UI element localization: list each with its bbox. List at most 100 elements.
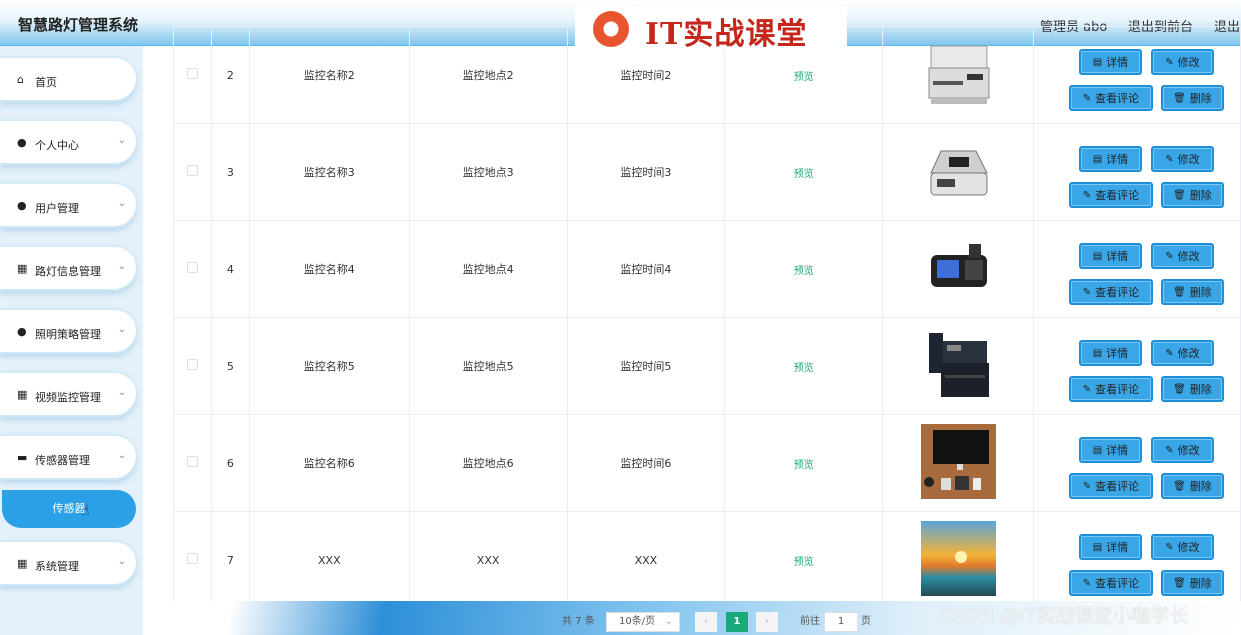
delete-button[interactable]: 🗑 删除	[1160, 570, 1224, 596]
sidebar-item-system-management[interactable]: ▦ 系统管理 ⌄	[0, 540, 136, 586]
sidebar-item-personal-center[interactable]: ● 个人中心 ⌄	[0, 119, 136, 165]
view-comments-button[interactable]: ✎ 查看评论	[1068, 85, 1153, 111]
view-comments-button[interactable]: ✎ 查看评论	[1068, 182, 1153, 208]
monitor-time-cell: 监控时间6	[566, 414, 726, 512]
sidebar-item-user-management[interactable]: ● 用户管理 ⌄	[0, 182, 136, 228]
grid-icon: ▦	[17, 557, 28, 570]
preview-link[interactable]: 预览	[794, 266, 814, 277]
row-checkbox[interactable]	[186, 359, 198, 370]
button-label: 详情	[1106, 153, 1129, 166]
preview-link[interactable]: 预览	[794, 557, 814, 568]
delete-button[interactable]: 🗑 删除	[1160, 85, 1224, 111]
monitor-name-cell: 监控名称3	[248, 123, 410, 221]
edit-button[interactable]: ✎ 修改	[1150, 243, 1214, 269]
sidebar-item-streetlight-info[interactable]: ▦ 路灯信息管理 ⌄	[0, 245, 136, 291]
monitor-name-cell: 监控名称5	[248, 317, 410, 415]
image-cell	[882, 317, 1034, 415]
actions-cell: ▤ 详情 ✎ 修改 ✎ 查看评论 🗑 删除	[1032, 511, 1241, 609]
document-icon: ▤	[1092, 444, 1103, 456]
detail-button[interactable]: ▤ 详情	[1078, 146, 1142, 172]
trash-icon: 🗑	[1173, 92, 1186, 104]
delete-button[interactable]: 🗑 删除	[1160, 279, 1224, 305]
row-index: 4	[210, 220, 250, 318]
detail-button[interactable]: ▤ 详情	[1078, 340, 1142, 366]
delete-button[interactable]: 🗑 删除	[1160, 376, 1224, 402]
button-label: 删除	[1189, 286, 1212, 299]
view-comments-button[interactable]: ✎ 查看评论	[1068, 376, 1153, 402]
sidebar-item-home[interactable]: ⌂ 首页	[0, 56, 136, 102]
table-row: 3 监控名称3 监控地点3 监控时间3 预览 ▤ 详情 ✎ 修改 ✎ 查看评论 🗑 删除	[173, 123, 1241, 221]
sidebar-item-label: 视频监控管理	[35, 391, 101, 404]
actions-cell: ▤ 详情 ✎ 修改 ✎ 查看评论 🗑 删除	[1032, 220, 1241, 318]
button-label: 详情	[1106, 444, 1129, 457]
edit-icon: ✎	[1082, 92, 1092, 104]
row-checkbox[interactable]	[186, 553, 198, 564]
sidebar-item-video-monitoring[interactable]: ▦ 视频监控管理 ⌄	[0, 371, 136, 417]
logo-text: IT实战课堂	[645, 17, 808, 52]
page-1-button[interactable]: 1	[726, 612, 748, 632]
button-label: 删除	[1189, 92, 1212, 105]
page-size-select[interactable]: 10条/页 ⌄	[606, 612, 680, 632]
hand-cursor-icon: ☝	[81, 503, 90, 519]
monitor-time-cell: XXX	[566, 511, 726, 609]
trash-icon: 🗑	[1173, 286, 1186, 298]
detail-button[interactable]: ▤ 详情	[1078, 534, 1142, 560]
edit-button[interactable]: ✎ 修改	[1150, 437, 1214, 463]
view-comments-button[interactable]: ✎ 查看评论	[1068, 570, 1153, 596]
actions-cell: ▤ 详情 ✎ 修改 ✎ 查看评论 🗑 删除	[1032, 414, 1241, 512]
row-checkbox-cell	[173, 511, 212, 609]
table-row: 5 监控名称5 监控地点5 监控时间5 预览 ▤ 详情 ✎ 修改 ✎ 查看评论 🗑 删除	[173, 317, 1241, 415]
edit-icon: ✎	[1082, 383, 1092, 395]
thumbnail-image	[921, 133, 996, 208]
edit-icon: ✎	[1165, 347, 1174, 359]
thumbnail-image	[920, 521, 996, 596]
delete-button[interactable]: 🗑 删除	[1160, 182, 1224, 208]
sidebar-item-lighting-strategy[interactable]: ● 照明策略管理 ⌄	[0, 308, 136, 354]
sidebar-subitem-sensor[interactable]: 传感器	[2, 490, 136, 528]
row-checkbox[interactable]	[186, 456, 198, 467]
preview-link[interactable]: 预览	[794, 72, 814, 83]
button-label: 删除	[1189, 577, 1212, 590]
monitor-location-cell: 监控地点2	[408, 26, 568, 124]
edit-button[interactable]: ✎ 修改	[1150, 340, 1214, 366]
page-unit-label: 页	[861, 616, 871, 627]
preview-link[interactable]: 预览	[794, 169, 814, 180]
monitor-name-cell: 监控名称4	[248, 220, 410, 318]
button-label: 修改	[1177, 250, 1200, 263]
sidebar-item-sensor-management[interactable]: ▬ 传感器管理 ⌄	[0, 434, 136, 480]
row-checkbox[interactable]	[186, 262, 198, 273]
button-label: 查看评论	[1095, 577, 1140, 590]
logo: IT实战课堂	[575, 6, 847, 52]
row-checkbox[interactable]	[186, 68, 198, 79]
next-page-button[interactable]: ›	[756, 612, 778, 632]
detail-button[interactable]: ▤ 详情	[1078, 243, 1142, 269]
edit-button[interactable]: ✎ 修改	[1150, 534, 1214, 560]
preview-link[interactable]: 预览	[794, 460, 814, 471]
monitor-location-cell: 监控地点4	[408, 220, 568, 318]
button-label: 查看评论	[1095, 92, 1140, 105]
image-cell	[882, 220, 1034, 318]
table-row: 4 监控名称4 监控地点4 监控时间4 预览 ▤ 详情 ✎ 修改 ✎ 查看评论 🗑 删除	[173, 220, 1241, 318]
chevron-down-icon: ⌄	[117, 261, 126, 272]
row-checkbox-cell	[173, 123, 212, 221]
document-icon: ▤	[1092, 250, 1103, 262]
image-cell	[882, 511, 1034, 609]
button-label: 修改	[1177, 56, 1200, 69]
delete-button[interactable]: 🗑 删除	[1160, 473, 1224, 499]
view-comments-button[interactable]: ✎ 查看评论	[1068, 473, 1153, 499]
image-cell	[882, 26, 1034, 124]
row-checkbox[interactable]	[186, 165, 198, 176]
edit-button[interactable]: ✎ 修改	[1150, 146, 1214, 172]
document-icon: ▤	[1092, 347, 1103, 359]
detail-button[interactable]: ▤ 详情	[1078, 49, 1142, 75]
trash-icon: 🗑	[1173, 480, 1186, 492]
edit-button[interactable]: ✎ 修改	[1150, 49, 1214, 75]
button-label: 查看评论	[1095, 189, 1140, 202]
view-comments-button[interactable]: ✎ 查看评论	[1068, 279, 1153, 305]
prev-page-button[interactable]: ‹	[695, 612, 717, 632]
preview-link[interactable]: 预览	[794, 363, 814, 374]
detail-button[interactable]: ▤ 详情	[1078, 437, 1142, 463]
button-label: 删除	[1189, 383, 1212, 396]
row-checkbox-cell	[173, 220, 212, 318]
goto-page-input[interactable]: 1	[824, 612, 858, 632]
